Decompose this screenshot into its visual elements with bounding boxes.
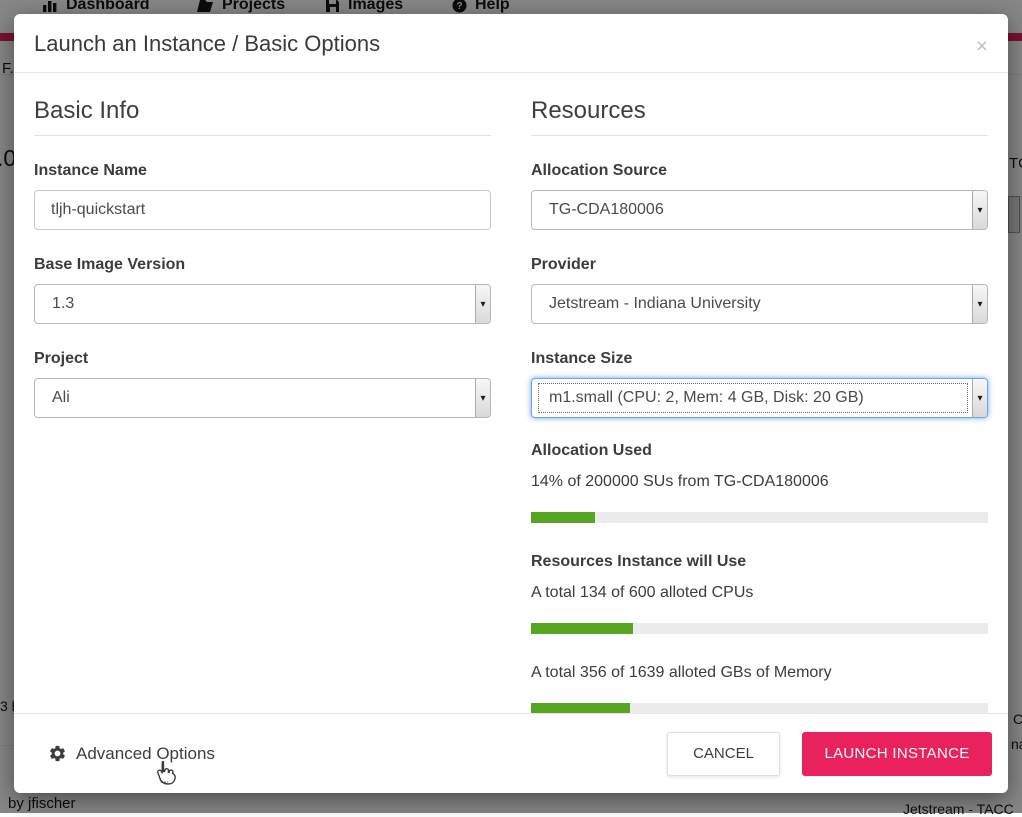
dropdown-arrow-icon [972,379,987,417]
resources-heading: Resources [531,97,988,136]
advanced-options-button[interactable]: Advanced Options [48,744,215,764]
basic-info-heading: Basic Info [34,97,491,136]
progress-fill [531,703,630,713]
footer-buttons: CANCEL LAUNCH INSTANCE [667,732,992,776]
progress-fill [531,512,595,523]
allocation-used-progressbar [531,512,988,523]
basic-info-column: Basic Info Instance Name Base Image Vers… [34,93,491,713]
project-value: Ali [41,383,471,413]
instance-size-value: m1.small (CPU: 2, Mem: 4 GB, Disk: 20 GB… [538,383,968,413]
gear-icon [48,744,67,763]
instance-resources-heading: Resources Instance will Use [531,553,988,571]
memory-usage-text: A total 356 of 1639 alloted GBs of Memor… [531,664,988,682]
hand-cursor-icon [152,759,178,789]
allocation-source-label: Allocation Source [531,162,988,180]
project-label: Project [34,350,491,368]
memory-usage-progressbar [531,703,988,713]
dropdown-arrow-icon [972,191,987,229]
instance-name-input[interactable] [34,190,491,230]
advanced-options-label: Advanced Options [76,744,215,764]
instance-name-label: Instance Name [34,162,491,180]
dropdown-arrow-icon [475,379,490,417]
instance-size-label: Instance Size [531,350,988,368]
modal-footer: Advanced Options CANCEL LAUNCH INSTANCE [14,713,1008,793]
project-select[interactable]: Ali [34,378,491,418]
dropdown-arrow-icon [972,285,987,323]
allocation-source-value: TG-CDA180006 [538,195,968,225]
cpu-usage-progressbar [531,623,988,634]
allocation-source-select[interactable]: TG-CDA180006 [531,190,988,230]
base-image-version-label: Base Image Version [34,256,491,274]
dropdown-arrow-icon [475,285,490,323]
provider-value: Jetstream - Indiana University [538,289,968,319]
provider-label: Provider [531,256,988,274]
modal-body: Basic Info Instance Name Base Image Vers… [14,73,1008,713]
launch-instance-button[interactable]: LAUNCH INSTANCE [802,732,992,776]
cpu-usage-text: A total 134 of 600 alloted CPUs [531,584,988,602]
launch-instance-modal: Launch an Instance / Basic Options × Bas… [14,14,1008,793]
allocation-used-text: 14% of 200000 SUs from TG-CDA180006 [531,473,988,491]
allocation-used-heading: Allocation Used [531,442,988,460]
base-image-version-value: 1.3 [41,289,471,319]
close-icon[interactable]: × [976,36,988,57]
modal-title: Launch an Instance / Basic Options [34,31,988,57]
provider-select[interactable]: Jetstream - Indiana University [531,284,988,324]
modal-header: Launch an Instance / Basic Options × [14,14,1008,73]
resources-column: Resources Allocation Source TG-CDA180006… [531,93,988,713]
base-image-version-select[interactable]: 1.3 [34,284,491,324]
cancel-button[interactable]: CANCEL [667,732,780,776]
instance-size-select[interactable]: m1.small (CPU: 2, Mem: 4 GB, Disk: 20 GB… [531,378,988,418]
progress-fill [531,623,633,634]
